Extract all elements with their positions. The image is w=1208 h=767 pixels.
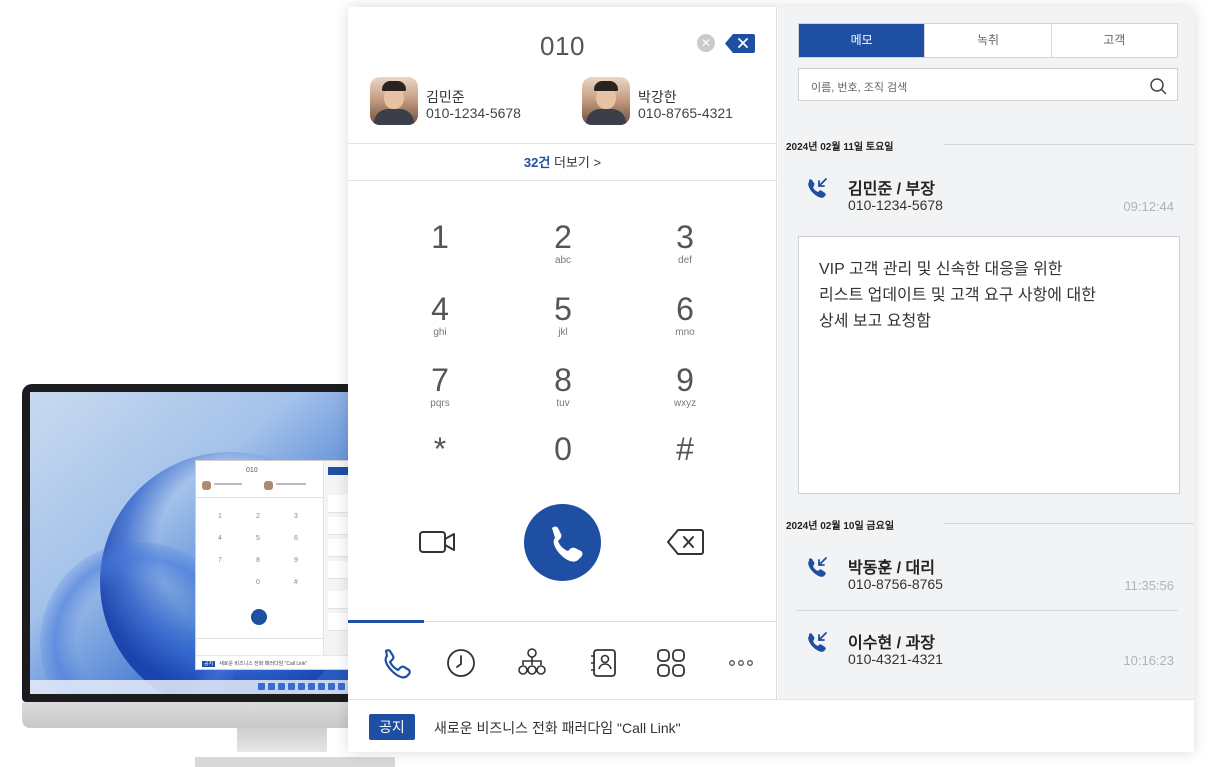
caller-phone: 010-4321-4321 (848, 651, 943, 667)
divider (796, 610, 1178, 611)
call-button[interactable] (524, 504, 601, 581)
keypad-key[interactable]: 4 ghi (400, 293, 480, 355)
backspace-icon (725, 34, 755, 53)
memo-line: 리스트 업데이트 및 고객 요구 사항에 대한 (819, 287, 1096, 304)
caller-phone: 010-1234-5678 (848, 197, 943, 213)
call-time: 10:16:23 (1123, 653, 1174, 668)
contact-phone: 010-1234-5678 (426, 105, 521, 121)
more-results-link[interactable]: 32건 더보기 > (348, 143, 777, 181)
phone-icon (552, 526, 583, 562)
delete-digit-button[interactable] (666, 527, 706, 557)
avatar (370, 77, 418, 125)
nav-contacts[interactable] (587, 646, 621, 680)
call-log-item[interactable]: 이수현 / 과장 010-4321-4321 10:16:23 (798, 629, 1178, 691)
incoming-call-icon (808, 557, 827, 577)
keypad-key[interactable]: 3 def (645, 221, 725, 283)
memo-line: VIP 고객 관리 및 신속한 대응을 위한 (819, 261, 1063, 278)
keypad-key[interactable]: * (400, 433, 480, 495)
contact-name: 박강한 (638, 89, 677, 105)
apps-grid-icon (657, 649, 685, 677)
bottom-navigation (348, 620, 777, 699)
search-placeholder: 이름, 번호, 조직 검색 (811, 82, 908, 94)
notice-text: 새로운 비즈니스 전화 패러다임 "Call Link" (434, 720, 681, 736)
monitor-stand (237, 728, 327, 752)
nav-more[interactable] (724, 646, 758, 680)
keypad-key[interactable]: 7 pqrs (400, 364, 480, 426)
mini-dial-number: 010 (246, 467, 258, 474)
call-log-item[interactable]: 김민준 / 부장 010-1234-5678 09:12:44 (798, 175, 1178, 237)
memo-line: 상세 보고 요청함 (819, 313, 931, 330)
incoming-call-icon (808, 632, 827, 652)
avatar (582, 77, 630, 125)
mini-dialer: 010 1 2 3 4 5 6 7 8 9 0 # (196, 461, 324, 669)
nav-organization[interactable] (515, 646, 549, 680)
caller-phone: 010-8756-8765 (848, 576, 943, 592)
backspace-icon (667, 529, 704, 555)
nav-phone[interactable] (378, 646, 412, 680)
caller-name: 김민준 / 부장 (848, 181, 935, 198)
tab-recording[interactable]: 녹취 (925, 24, 1052, 57)
result-count: 32건 (523, 155, 551, 170)
incoming-call-icon (808, 178, 827, 198)
call-log-item[interactable]: 박동훈 / 대리 010-8756-8765 11:35:56 (798, 554, 1178, 616)
mini-divider (196, 497, 324, 498)
keypad-key[interactable]: 8 tuv (523, 364, 603, 426)
keypad-key[interactable]: 9 wxyz (645, 364, 725, 426)
dialer-pane: 010 ✕ 김민준 010-1234-5678 박강한 010-8765-432… (348, 7, 777, 699)
date-header: 2024년 02월 11일 토요일 (786, 142, 894, 153)
notice-bar[interactable]: 공지 새로운 비즈니스 전화 패러다임 "Call Link" (348, 699, 1194, 752)
contact-phone: 010-8765-4321 (638, 105, 733, 121)
keypad-key[interactable]: 5 jkl (523, 293, 603, 355)
caller-name: 박동훈 / 대리 (848, 560, 935, 577)
keypad-key[interactable]: 2 abc (523, 221, 603, 283)
more-label: 더보기 > (553, 155, 602, 170)
phone-icon (384, 649, 411, 679)
search-input[interactable]: 이름, 번호, 조직 검색 (798, 68, 1178, 101)
mini-avatar (264, 481, 273, 490)
video-call-button[interactable] (418, 527, 458, 557)
mini-tab (328, 467, 350, 475)
mini-call-button (251, 609, 267, 625)
active-indicator (348, 620, 424, 623)
org-chart-icon (518, 648, 546, 675)
contacts-book-icon (591, 649, 616, 677)
mini-nav (196, 638, 324, 652)
contact-name: 김민준 (426, 89, 465, 105)
tab-customer[interactable]: 고객 (1052, 24, 1177, 57)
nav-history[interactable] (444, 646, 478, 680)
nav-apps[interactable] (654, 646, 688, 680)
divider (944, 144, 1194, 145)
clear-number-button[interactable]: ✕ (697, 34, 715, 52)
call-app-window: 010 ✕ 김민준 010-1234-5678 박강한 010-8765-432… (348, 7, 1194, 752)
date-header: 2024년 02월 10일 금요일 (786, 521, 895, 532)
call-time: 11:35:56 (1124, 578, 1174, 593)
more-dots-icon (729, 660, 753, 666)
divider (944, 523, 1194, 524)
keypad-key[interactable]: # (645, 433, 725, 495)
backspace-button[interactable] (725, 34, 755, 53)
notice-badge: 공지 (369, 714, 415, 740)
call-time: 09:12:44 (1123, 199, 1174, 214)
keypad-key[interactable]: 1 (400, 221, 480, 283)
tab-memo[interactable]: 메모 (799, 24, 926, 57)
monitor-base (195, 757, 395, 767)
mini-text-line (214, 483, 242, 485)
mini-avatar (202, 481, 211, 490)
clock-icon (447, 649, 475, 677)
search-icon[interactable] (1149, 77, 1167, 95)
detail-tabs: 메모 녹취 고객 (798, 23, 1178, 58)
call-detail-pane: 메모 녹취 고객 이름, 번호, 조직 검색 2024년 02월 11일 토요일… (778, 7, 1194, 699)
video-camera-icon (419, 531, 455, 553)
caller-name: 이수현 / 과장 (848, 635, 935, 652)
keypad-key[interactable]: 6 mno (645, 293, 725, 355)
mini-text-line (276, 483, 306, 485)
keypad-key[interactable]: 0 (523, 433, 603, 495)
memo-textarea[interactable]: VIP 고객 관리 및 신속한 대응을 위한 리스트 업데이트 및 고객 요구 … (798, 236, 1180, 494)
